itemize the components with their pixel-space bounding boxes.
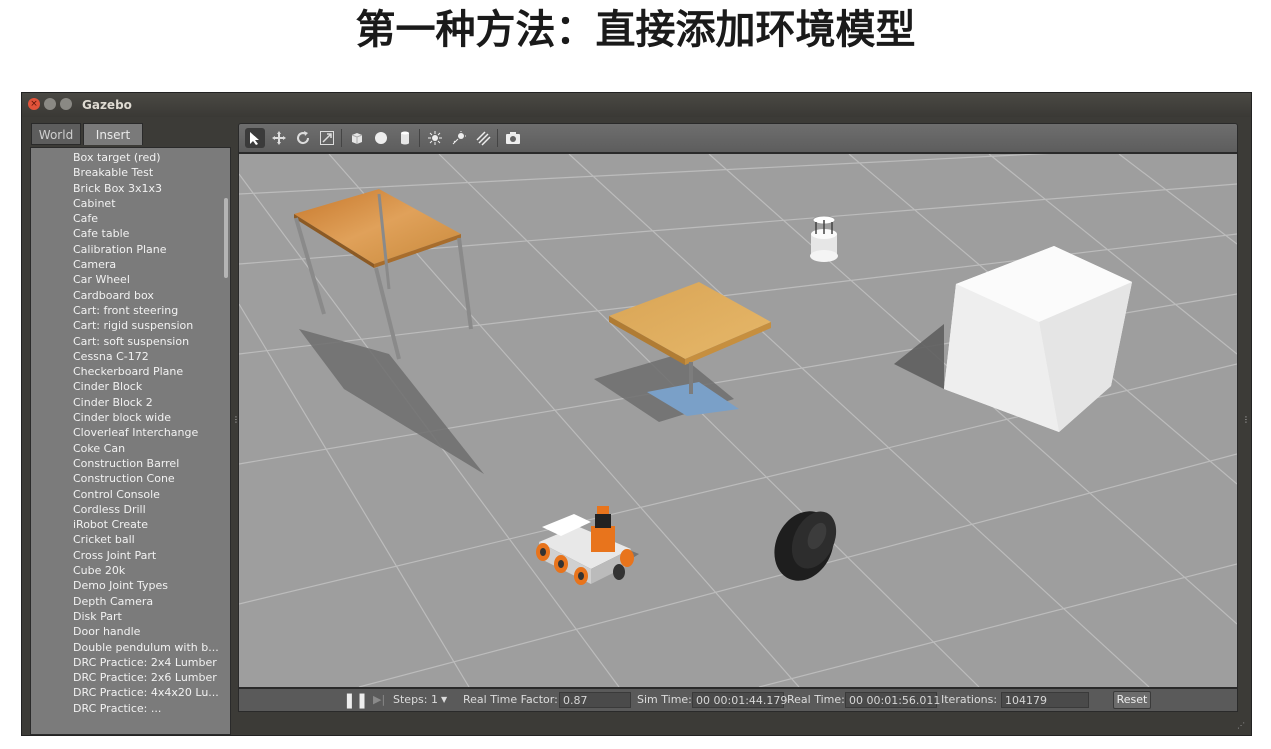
steps-value[interactable]: 1 (431, 689, 438, 711)
reset-button[interactable]: Reset (1113, 691, 1151, 709)
model-list-item[interactable]: DRC Practice: ... (73, 701, 219, 716)
select-arrow-icon[interactable] (245, 128, 265, 148)
model-list-item[interactable]: Cabinet (73, 196, 219, 211)
steps-dropdown-icon[interactable]: ▼ (441, 689, 447, 711)
real-time-label: Real Time: (787, 693, 845, 706)
step-forward-icon[interactable]: ▶| (373, 689, 385, 711)
model-list-item[interactable]: Camera (73, 257, 219, 272)
window-title: Gazebo (82, 98, 132, 112)
sim-time-value: 00 00:01:44.179 (692, 692, 787, 708)
model-list-item[interactable]: Cinder Block (73, 379, 219, 394)
model-list-item[interactable]: Cardboard box (73, 288, 219, 303)
rotate-icon[interactable] (293, 128, 313, 148)
window-close-button[interactable]: × (28, 98, 40, 110)
model-list-item[interactable]: Checkerboard Plane (73, 364, 219, 379)
window-titlebar: × Gazebo (22, 93, 1251, 117)
tab-insert[interactable]: Insert (83, 123, 143, 145)
gazebo-window: × Gazebo World Insert Box target (red) Br… (21, 92, 1252, 736)
model-list-item[interactable]: Cross Joint Part (73, 548, 219, 563)
model-list-item[interactable]: Cloverleaf Interchange (73, 425, 219, 440)
slide-title: 第一种方法：直接添加环境模型 (355, 7, 916, 53)
model-list-item[interactable]: Cafe (73, 211, 219, 226)
model-list-item[interactable]: Cube 20k (73, 563, 219, 578)
simulation-status-bar: ❚❚ ▶| Steps: 1 ▼ Real Time Factor: 0.87 … (238, 688, 1238, 712)
model-list-item[interactable]: iRobot Create (73, 517, 219, 532)
scene-toolbar (238, 123, 1238, 153)
screenshot-camera-icon[interactable] (503, 128, 523, 148)
model-list-item[interactable]: Control Console (73, 487, 219, 502)
list-scrollbar[interactable] (224, 198, 228, 278)
model-list-item[interactable]: Car Wheel (73, 272, 219, 287)
model-list-item[interactable]: Cessna C-172 (73, 349, 219, 364)
box-shape-icon[interactable] (347, 128, 367, 148)
left-splitter-handle[interactable]: ⋮ (232, 415, 240, 424)
model-list-item[interactable]: Box target (red) (73, 150, 219, 165)
model-list-item[interactable]: Depth Camera (73, 594, 219, 609)
model-list-item[interactable]: DRC Practice: 4x4x20 Lu... (73, 685, 219, 700)
tab-world[interactable]: World (31, 123, 81, 145)
model-list-item[interactable]: Coke Can (73, 441, 219, 456)
pause-icon[interactable]: ❚❚ (343, 689, 368, 711)
model-list-item[interactable]: Cafe table (73, 226, 219, 241)
model-list-items: Box target (red) Breakable Test Brick Box … (73, 150, 219, 716)
real-time-value: 00 00:01:56.011 (845, 692, 940, 708)
spot-light-icon[interactable] (449, 128, 469, 148)
model-list-item[interactable]: DRC Practice: 2x6 Lumber (73, 670, 219, 685)
real-time-factor-label: Real Time Factor: (463, 693, 558, 706)
iterations-value: 104179 (1001, 692, 1089, 708)
model-list-item[interactable]: Cart: soft suspension (73, 334, 219, 349)
3d-viewport[interactable] (238, 153, 1238, 688)
left-panel: World Insert Box target (red) Breakable T… (27, 123, 231, 735)
iterations-label: Iterations: (941, 693, 998, 706)
real-time-factor-value: 0.87 (559, 692, 631, 708)
toolbar-separator (419, 129, 420, 147)
model-list-item[interactable]: Cricket ball (73, 532, 219, 547)
toolbar-separator (341, 129, 342, 147)
scale-icon[interactable] (317, 128, 337, 148)
model-list-item[interactable]: DRC Practice: 2x4 Lumber (73, 655, 219, 670)
sphere-shape-icon[interactable] (371, 128, 391, 148)
model-list-item[interactable]: Demo Joint Types (73, 578, 219, 593)
model-list-item[interactable]: Calibration Plane (73, 242, 219, 257)
model-list-item[interactable]: Cart: rigid suspension (73, 318, 219, 333)
sim-time-label: Sim Time: (637, 693, 692, 706)
window-maximize-button[interactable] (60, 98, 72, 110)
model-list-item[interactable]: Cinder block wide (73, 410, 219, 425)
model-list-item[interactable]: Cordless Drill (73, 502, 219, 517)
steps-label: Steps: (393, 693, 428, 706)
model-list-item[interactable]: Door handle (73, 624, 219, 639)
toolbar-separator (497, 129, 498, 147)
right-splitter-handle[interactable]: ⋮ (1242, 415, 1250, 424)
model-list-item[interactable]: Disk Part (73, 609, 219, 624)
point-light-icon[interactable] (425, 128, 445, 148)
model-list-item[interactable]: Cart: front steering (73, 303, 219, 318)
model-list-item[interactable]: Construction Cone (73, 471, 219, 486)
cylinder-shape-icon[interactable] (395, 128, 415, 148)
translate-icon[interactable] (269, 128, 289, 148)
model-list-item[interactable]: Double pendulum with b... (73, 640, 219, 655)
directional-light-icon[interactable] (473, 128, 493, 148)
model-list-item[interactable]: Brick Box 3x1x3 (73, 181, 219, 196)
model-list-item[interactable]: Breakable Test (73, 165, 219, 180)
resize-grip-icon[interactable]: ⋰ (1237, 721, 1245, 730)
model-list-item[interactable]: Construction Barrel (73, 456, 219, 471)
window-minimize-button[interactable] (44, 98, 56, 110)
insert-model-list[interactable]: Box target (red) Breakable Test Brick Box … (30, 147, 231, 735)
model-list-item[interactable]: Cinder Block 2 (73, 395, 219, 410)
